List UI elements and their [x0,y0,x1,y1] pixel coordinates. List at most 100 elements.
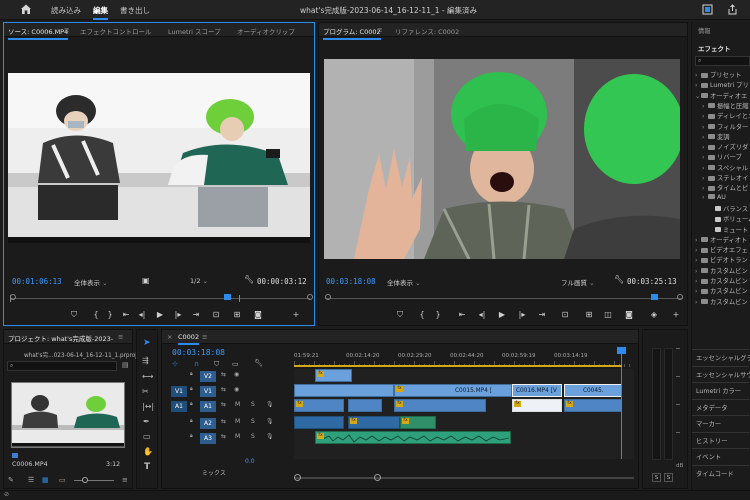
add-marker-button[interactable]: ⛉ [395,310,405,320]
program-timecode[interactable]: 00:03:18:08 [326,277,376,286]
effects-folder-item[interactable]: › 変調 [702,132,730,141]
sync-lock-icon[interactable]: ⇆ [221,386,226,393]
project-search-input[interactable]: ⌕ [7,361,117,371]
tab-import[interactable]: 読み込み [51,5,81,16]
timeline-scrollbar[interactable] [294,474,634,482]
icon-view-icon[interactable]: ▦ [42,476,49,484]
panel-menu-icon[interactable]: ≡ [202,333,207,341]
go-to-in-button[interactable]: ⇤ [121,310,131,319]
voiceover-icon[interactable]: 🎙︎ [266,433,274,440]
sync-lock-icon[interactable]: ⇆ [221,418,226,425]
overwrite-button[interactable]: ⊞ [232,310,242,319]
playhead-handle[interactable] [617,347,626,354]
video-clip[interactable] [294,384,394,397]
effects-folder-item[interactable]: › スペシャル [702,163,748,172]
add-marker-button[interactable]: ⛉ [69,310,79,320]
effects-folder-item[interactable]: › ステレオイ [702,173,748,182]
extract-button[interactable]: ⊞ [584,310,594,319]
tab-project[interactable]: プロジェクト: what's完成版-2023-06-1 [8,333,113,343]
effects-item[interactable]: ボリューム [709,214,750,223]
solo-button[interactable]: S [251,401,255,408]
effects-folder-item[interactable]: › ノイズリダ [702,142,748,151]
sync-lock-icon[interactable]: ⇆ [221,371,226,378]
source-scrub-bar[interactable] [10,293,313,303]
captions-icon[interactable]: ▭ [232,360,239,368]
sort-icon[interactable]: ≡ [122,476,128,484]
panel-tab-item[interactable]: メタデータ [696,403,727,412]
effects-folder-item[interactable]: › カスタムビン [695,297,748,306]
comparison-view-icon[interactable]: ◫ [603,310,613,319]
list-view-icon[interactable]: ☰ [28,476,34,484]
playhead[interactable] [621,351,622,459]
solo-left-button[interactable]: S [652,473,661,482]
lock-icon[interactable]: 🔒︎ [190,371,193,377]
snap-icon[interactable]: ⊹ [172,360,178,368]
go-to-out-button[interactable]: ⇥ [191,310,201,319]
tab-effect-controls[interactable]: エフェクトコントロール [80,26,152,36]
video-clip[interactable]: fx [315,369,352,382]
effects-folder-item[interactable]: › ビデオエフェ [695,245,748,254]
panel-tab-item[interactable]: エッセンシャルグラ [696,353,750,362]
voiceover-icon[interactable]: 🎙︎ [266,418,274,425]
mark-in-button[interactable]: { [91,310,101,319]
panel-menu-icon[interactable]: ≡ [64,26,69,34]
source-patch-button[interactable]: V1 [171,386,187,397]
effects-folder-item[interactable]: › ビデオトラン [695,255,748,264]
home-icon[interactable] [20,3,32,15]
video-clip[interactable]: fx C0015.MP4 [ [394,384,512,397]
step-forward-button[interactable]: |▸ [517,310,527,319]
solo-button[interactable]: S [251,433,255,440]
freeform-view-icon[interactable]: ▭ [59,476,66,484]
insert-button[interactable]: ⊡ [211,310,221,319]
panel-tab-item[interactable]: イベント [696,452,721,461]
type-tool-icon[interactable]: T [144,462,150,472]
pen-tool-icon[interactable]: ✒ [143,417,150,426]
source-timecode[interactable]: 00:01:06:13 [12,277,62,286]
clip-thumbnail[interactable] [11,382,125,448]
toggle-output-icon[interactable]: ◉ [234,386,239,393]
source-patch-button[interactable] [171,433,187,444]
mute-button[interactable]: M [235,433,240,440]
ripple-edit-tool-icon[interactable]: ⟷ [142,372,153,381]
wrench-icon[interactable]: 🔧︎ [254,359,263,367]
voiceover-icon[interactable]: 🎙︎ [266,401,274,408]
effects-title[interactable]: エフェクト [698,43,731,53]
effects-folder-item[interactable]: › フィルター [702,122,748,131]
pencil-icon[interactable]: ✎ [8,476,14,484]
razor-tool-icon[interactable]: ✂ [142,387,149,396]
sync-lock-icon[interactable]: ⇆ [221,433,226,440]
toggle-output-icon[interactable]: ◉ [234,371,239,378]
source-patch-button[interactable] [171,371,187,382]
video-clip[interactable]: fx [564,399,622,412]
new-bin-icon[interactable]: ▤ [122,361,129,369]
track-target-button[interactable]: V1 [200,386,216,397]
go-to-out-button[interactable]: ⇥ [537,310,547,319]
effects-item[interactable]: ミュート [709,225,748,234]
effects-search-input[interactable]: ⌕ [695,56,750,66]
effects-folder-item[interactable]: › AU [702,194,726,201]
step-back-button[interactable]: ◂| [477,310,487,319]
slip-tool-icon[interactable]: |↔| [142,402,154,411]
linked-selection-icon[interactable]: ∩ [194,360,199,368]
source-video-frame[interactable] [8,73,310,243]
mark-in-button[interactable]: { [417,310,427,319]
selection-tool-icon[interactable]: ➤ [143,338,151,348]
effects-folder-item[interactable]: › オーディオト [695,235,747,244]
effects-folder-item[interactable]: › Lumetri プリ [695,80,749,89]
effects-folder-item[interactable]: › カスタムビン [695,276,748,285]
hand-tool-icon[interactable]: ✋ [143,447,153,456]
effects-item[interactable]: バランス [709,204,748,213]
audio-clip[interactable]: fx [400,416,436,429]
tab-export[interactable]: 書き出し [120,5,150,16]
effects-folder-item[interactable]: ›ディレイとエ [702,111,750,120]
panel-tab-item[interactable]: タイムコード [696,469,734,478]
vr-icon[interactable]: ◈ [649,310,659,319]
audio-clip[interactable]: fx [348,416,400,429]
add-button[interactable]: + [671,310,681,319]
mark-out-button[interactable]: } [433,310,443,319]
effects-folder-item[interactable]: › カスタムビン [695,286,748,295]
wrench-icon[interactable]: 🔧︎ [614,275,624,284]
source-patch-button[interactable] [171,418,187,429]
work-area-bar[interactable] [294,365,622,367]
video-clip[interactable]: C0045. [564,384,622,397]
